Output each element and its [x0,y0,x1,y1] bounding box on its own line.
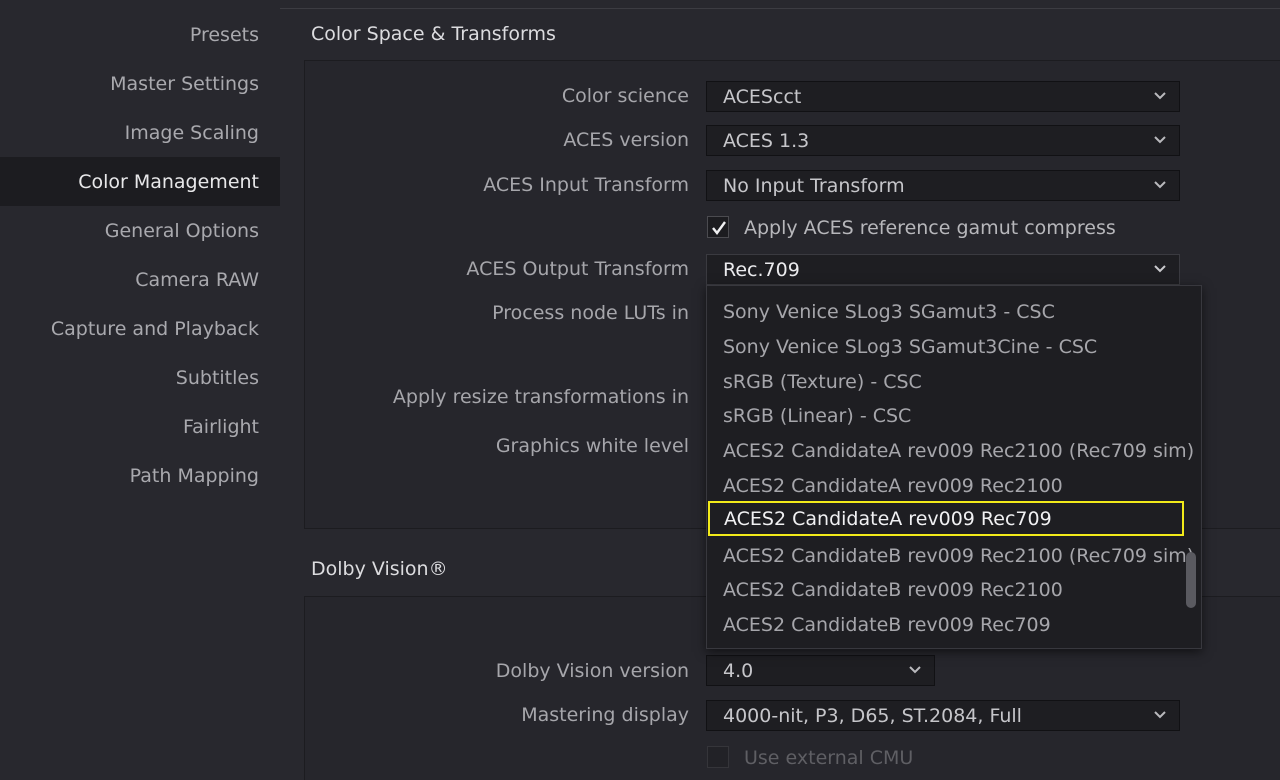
dolby-version-select[interactable]: 4.0 [706,655,935,686]
dropdown-option[interactable]: ACES2 CandidateB rev009 Rec709 [707,607,1185,642]
aces-version-value: ACES 1.3 [723,129,810,152]
mastering-display-label: Mastering display [521,704,689,726]
chevron-down-icon [1154,711,1166,719]
aces-version-select[interactable]: ACES 1.3 [706,125,1180,156]
dolby-version-label: Dolby Vision version [495,660,689,682]
top-divider [280,0,1280,9]
output-transform-dropdown: Sony Venice SLog3 SGamut3 - CSC Sony Ven… [706,285,1202,649]
checkmark-icon [712,221,726,235]
chevron-down-icon [909,666,921,674]
sidebar-item-general-options[interactable]: General Options [0,206,280,255]
mastering-display-value: 4000-nit, P3, D65, ST.2084, Full [723,704,1022,727]
sidebar-item-presets[interactable]: Presets [0,10,280,59]
color-science-select[interactable]: ACEScct [706,81,1180,112]
output-transform-label: ACES Output Transform [466,258,689,280]
process-luts-label: Process node LUTs in [492,302,689,324]
dropdown-option-highlighted[interactable]: ACES2 CandidateA rev009 Rec709 [708,501,1184,536]
dropdown-option[interactable]: ACES2 CandidateB rev009 Rec2100 (Rec709 … [707,538,1194,573]
chevron-down-icon [1154,136,1166,144]
output-transform-select[interactable]: Rec.709 [706,254,1180,285]
dropdown-option[interactable]: Sony Venice SLog3 SGamut3 - CSC [707,294,1185,329]
sidebar-item-camera-raw[interactable]: Camera RAW [0,255,280,304]
dropdown-option[interactable]: sRGB (Texture) - CSC [707,364,1185,399]
gamut-compress-checkbox[interactable] [707,216,729,238]
dropdown-option[interactable]: ACES2 CandidateA rev009 Rec2100 [707,468,1185,503]
dropdown-option[interactable]: sRGB (Linear) - CSC [707,398,1185,433]
gamut-compress-label: Apply ACES reference gamut compress [744,217,1116,239]
output-transform-value: Rec.709 [723,258,800,281]
sidebar-item-image-scaling[interactable]: Image Scaling [0,108,280,157]
external-cmu-checkbox[interactable] [707,746,729,768]
dolby-version-value: 4.0 [723,659,754,682]
project-settings-window: Presets Master Settings Image Scaling Co… [0,0,1280,780]
dropdown-option[interactable]: Sony Venice SLog3 SGamut3Cine - CSC [707,329,1185,364]
sidebar-item-subtitles[interactable]: Subtitles [0,353,280,402]
settings-sidebar: Presets Master Settings Image Scaling Co… [0,10,280,780]
sidebar-item-path-mapping[interactable]: Path Mapping [0,451,280,500]
color-science-value: ACEScct [723,85,802,108]
section-title-dolby-vision: Dolby Vision® [311,558,448,580]
dropdown-option[interactable]: ACES2 CandidateA rev009 Rec2100 (Rec709 … [707,433,1194,468]
section-title-color-space: Color Space & Transforms [311,23,556,45]
chevron-down-icon [1154,92,1166,100]
sidebar-item-fairlight[interactable]: Fairlight [0,402,280,451]
sidebar-item-color-management[interactable]: Color Management [0,157,280,206]
resize-transform-label: Apply resize transformations in [392,386,689,408]
dropdown-scroll-thumb[interactable] [1186,552,1196,608]
graphics-white-level-label: Graphics white level [495,435,689,457]
sidebar-item-capture-and-playback[interactable]: Capture and Playback [0,304,280,353]
input-transform-value: No Input Transform [723,174,905,197]
external-cmu-label: Use external CMU [744,747,914,769]
aces-version-label: ACES version [563,129,689,151]
input-transform-select[interactable]: No Input Transform [706,170,1180,201]
color-science-label: Color science [561,85,689,107]
input-transform-label: ACES Input Transform [483,174,689,196]
sidebar-item-master-settings[interactable]: Master Settings [0,59,280,108]
dropdown-option[interactable]: ACES2 CandidateB rev009 Rec2100 [707,572,1185,607]
chevron-down-icon [1154,181,1166,189]
mastering-display-select[interactable]: 4000-nit, P3, D65, ST.2084, Full [706,700,1180,731]
chevron-down-icon [1154,265,1166,273]
